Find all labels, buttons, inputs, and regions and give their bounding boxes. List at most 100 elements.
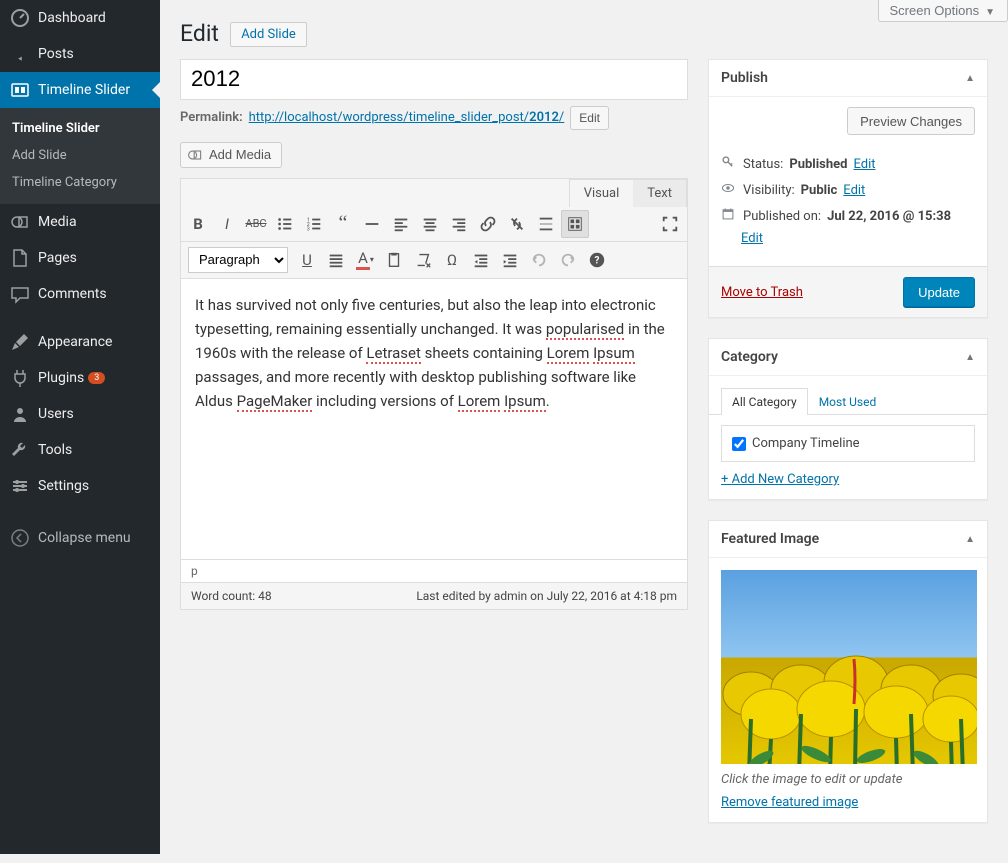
hr-button[interactable] — [358, 210, 386, 238]
tab-visual[interactable]: Visual — [570, 180, 634, 207]
post-title-input[interactable] — [180, 59, 688, 100]
text-color-button[interactable]: A▾ — [351, 246, 379, 274]
strikethrough-button[interactable]: ABC — [242, 210, 270, 238]
tab-most-used[interactable]: Most Used — [808, 388, 888, 415]
format-select[interactable]: Paragraph — [188, 247, 288, 273]
clear-format-button[interactable] — [409, 246, 437, 274]
menu-media[interactable]: Media — [0, 204, 160, 240]
italic-button[interactable]: I — [213, 210, 241, 238]
align-center-button[interactable] — [416, 210, 444, 238]
menu-label: Tools — [38, 442, 72, 458]
remove-featured-image-link[interactable]: Remove featured image — [721, 795, 858, 810]
underline-button[interactable]: U — [293, 246, 321, 274]
menu-label: Appearance — [38, 334, 112, 350]
submenu-timeline-slider[interactable]: Timeline Slider — [0, 115, 160, 142]
menu-pages[interactable]: Pages — [0, 240, 160, 276]
special-char-button[interactable]: Ω — [438, 246, 466, 274]
calendar-icon — [721, 207, 737, 225]
published-row: Published on: Jul 22, 2016 @ 15:38 Edit — [721, 207, 975, 246]
menu-comments[interactable]: Comments — [0, 276, 160, 312]
submenu-timeline-category[interactable]: Timeline Category — [0, 169, 160, 196]
add-new-category-link[interactable]: + Add New Category — [721, 472, 839, 487]
publish-box-header[interactable]: Publish ▲ — [709, 60, 987, 97]
editor-toolbar-row1: B I ABC 123 “ — [181, 207, 687, 242]
category-checkbox[interactable] — [732, 437, 746, 451]
editor-content-area[interactable]: It has survived not only five centuries,… — [181, 279, 687, 559]
word-count: Word count: 48 — [191, 589, 272, 603]
tab-text[interactable]: Text — [633, 180, 686, 207]
menu-settings[interactable]: Settings — [0, 468, 160, 504]
menu-appearance[interactable]: Appearance — [0, 324, 160, 360]
indent-button[interactable] — [496, 246, 524, 274]
menu-label: Dashboard — [38, 10, 106, 26]
plug-icon — [10, 368, 30, 388]
media-icon — [187, 147, 203, 163]
page-title: Edit — [180, 0, 219, 47]
align-left-button[interactable] — [387, 210, 415, 238]
menu-tools[interactable]: Tools — [0, 432, 160, 468]
menu-dashboard[interactable]: Dashboard — [0, 0, 160, 36]
readmore-button[interactable] — [532, 210, 560, 238]
add-new-wrap: Add Slide — [230, 27, 307, 42]
comment-icon — [10, 284, 30, 304]
collapse-icon — [10, 528, 30, 548]
menu-users[interactable]: Users — [0, 396, 160, 432]
toolbar-toggle-button[interactable] — [561, 210, 589, 238]
wrench-icon — [10, 440, 30, 460]
settings-icon — [10, 476, 30, 496]
help-button[interactable]: ? — [583, 246, 611, 274]
menu-label: Users — [38, 406, 74, 422]
preview-changes-button[interactable]: Preview Changes — [847, 107, 975, 135]
blockquote-button[interactable]: “ — [329, 210, 357, 238]
edit-status-link[interactable]: Edit — [853, 157, 875, 172]
fullscreen-button[interactable] — [656, 210, 684, 238]
collapse-icon: ▲ — [965, 534, 975, 545]
outdent-button[interactable] — [467, 246, 495, 274]
collapse-menu[interactable]: Collapse menu — [0, 520, 160, 556]
edit-permalink-button[interactable]: Edit — [570, 106, 609, 130]
menu-label: Plugins — [38, 370, 84, 386]
undo-button[interactable] — [525, 246, 553, 274]
align-right-button[interactable] — [445, 210, 473, 238]
justify-button[interactable] — [322, 246, 350, 274]
menu-plugins[interactable]: Plugins 3 — [0, 360, 160, 396]
permalink-link[interactable]: http://localhost/wordpress/timeline_slid… — [249, 110, 565, 125]
featured-image-header[interactable]: Featured Image ▲ — [709, 521, 987, 558]
update-button[interactable]: Update — [903, 277, 975, 307]
category-item[interactable]: Company Timeline — [732, 436, 964, 451]
link-button[interactable] — [474, 210, 502, 238]
menu-timeline-slider[interactable]: Timeline Slider — [0, 72, 160, 108]
submenu-add-slide[interactable]: Add Slide — [0, 142, 160, 169]
paste-text-button[interactable] — [380, 246, 408, 274]
editor-footer: Word count: 48 Last edited by admin on J… — [181, 582, 687, 609]
add-media-button[interactable]: Add Media — [180, 142, 282, 168]
plugins-update-badge: 3 — [88, 372, 105, 384]
editor-tabs: Visual Text — [569, 179, 687, 207]
edit-date-link[interactable]: Edit — [741, 231, 975, 246]
category-box-header[interactable]: Category ▲ — [709, 339, 987, 376]
move-to-trash-link[interactable]: Move to Trash — [721, 285, 803, 300]
add-slide-button[interactable]: Add Slide — [230, 22, 307, 47]
bold-button[interactable]: B — [184, 210, 212, 238]
editor-box: Visual Text B I ABC 123 “ — [180, 178, 688, 610]
redo-button[interactable] — [554, 246, 582, 274]
edit-visibility-link[interactable]: Edit — [843, 183, 865, 198]
menu-label: Comments — [38, 286, 107, 302]
screen-options-button[interactable]: Screen Options▼ — [878, 0, 1008, 22]
key-icon — [721, 155, 737, 173]
category-box: Category ▲ All Category Most Used Compan… — [708, 338, 988, 500]
collapse-icon: ▲ — [965, 73, 975, 84]
svg-text:3: 3 — [307, 226, 310, 232]
menu-posts[interactable]: Posts — [0, 36, 160, 72]
tab-all-category[interactable]: All Category — [721, 388, 808, 415]
unlink-button[interactable] — [503, 210, 531, 238]
admin-sidebar: Dashboard Posts Timeline Slider Timeline… — [0, 0, 160, 854]
featured-image-thumbnail[interactable] — [721, 570, 977, 764]
editor-element-path[interactable]: p — [181, 559, 687, 582]
numbered-list-button[interactable]: 123 — [300, 210, 328, 238]
collapse-label: Collapse menu — [38, 530, 131, 546]
menu-label: Media — [38, 214, 77, 230]
svg-text:?: ? — [595, 255, 600, 266]
category-tabs: All Category Most Used — [709, 388, 987, 415]
bullet-list-button[interactable] — [271, 210, 299, 238]
